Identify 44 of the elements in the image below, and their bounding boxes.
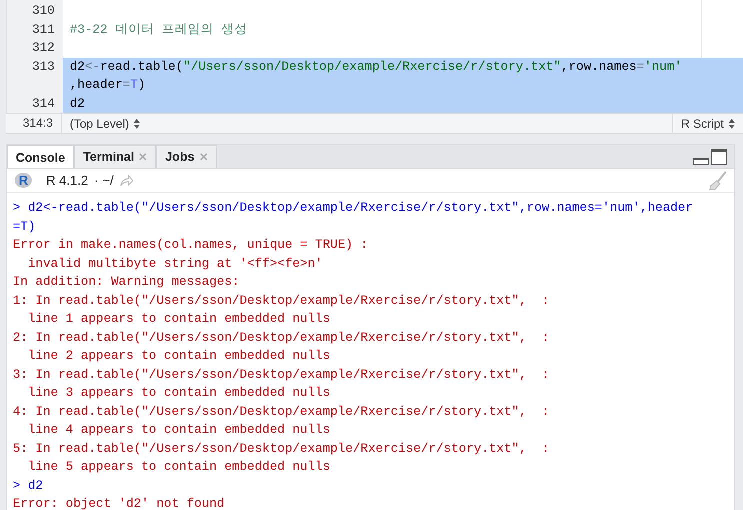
console-error-line: 5: In read.table("/Users/sson/Desktop/example/Rxercise/r/story.txt", : bbox=[12, 440, 551, 458]
cursor-position: 314:3 bbox=[6, 114, 62, 133]
console-error-line: line 4 appears to contain embedded nulls bbox=[27, 422, 332, 439]
up-down-icon bbox=[134, 118, 140, 128]
line-number: 313 bbox=[32, 60, 55, 74]
console-error-line: 3: In read.table("/Users/sson/Desktop/example/Rxercise/r/story.txt", : bbox=[12, 366, 551, 384]
line-number: 310 bbox=[32, 4, 55, 18]
console-error-line: In addition: Warning messages: bbox=[12, 274, 241, 291]
console-error-line: 1: In read.table("/Users/sson/Desktop/example/Rxercise/r/story.txt", : bbox=[12, 292, 551, 310]
console-error-line: 4: In read.table("/Users/sson/Desktop/example/Rxercise/r/story.txt", : bbox=[12, 404, 551, 420]
console-error-line: line 2 appears to contain embedded nulls bbox=[27, 348, 332, 365]
console-input-line: =T) bbox=[12, 218, 37, 236]
console-error-line: Error: object 'd2' not found bbox=[12, 496, 226, 510]
arrow-icon[interactable] bbox=[120, 174, 134, 186]
broom-icon[interactable] bbox=[708, 170, 728, 190]
close-icon[interactable] bbox=[200, 153, 208, 161]
r-version: R 4.1.2 bbox=[46, 173, 88, 188]
r-logo: R bbox=[15, 173, 32, 188]
console-input-line: > d2 bbox=[12, 478, 44, 494]
pane-tab[interactable]: Terminal bbox=[74, 145, 156, 168]
console-error-line: Error in make.names(col.names, unique = TRUE) : bbox=[12, 237, 370, 254]
console-error-line: invalid multibyte string at '<ff><fe>n' bbox=[27, 256, 324, 272]
code-line: d2<-read.table("/Users/sson/Desktop/example/Rxercise/r/story.txt",row.names='num' bbox=[69, 58, 682, 76]
pane-tab[interactable]: Jobs bbox=[156, 145, 217, 168]
close-icon[interactable] bbox=[139, 153, 148, 161]
minimize-icon[interactable] bbox=[693, 157, 709, 165]
working-directory[interactable]: ~/ bbox=[102, 173, 114, 188]
console-error-line: line 5 appears to contain embedded nulls bbox=[27, 459, 332, 476]
maximize-icon[interactable] bbox=[711, 149, 727, 165]
separator-dot: · bbox=[94, 173, 99, 188]
pane-tab[interactable]: Console bbox=[7, 145, 74, 169]
line-number: 314 bbox=[32, 96, 55, 110]
scope-dropdown[interactable]: (Top Level) bbox=[62, 114, 148, 133]
line-number: 311 bbox=[32, 22, 55, 36]
file-type-dropdown[interactable]: R Script bbox=[672, 114, 743, 133]
up-down-icon bbox=[729, 118, 735, 128]
code-line: ,header=T) bbox=[69, 77, 146, 94]
console-error-line: line 1 appears to contain embedded nulls bbox=[27, 311, 332, 328]
code-line: #3-22 데이터 프레임의 생성 bbox=[69, 22, 248, 38]
console-error-line: line 3 appears to contain embedded nulls bbox=[27, 385, 332, 402]
line-number: 312 bbox=[32, 41, 55, 55]
code-line: d2 bbox=[69, 96, 86, 112]
console-error-line: 2: In read.table("/Users/sson/Desktop/example/Rxercise/r/story.txt", : bbox=[12, 330, 551, 346]
console-input-line: > d2<-read.table("/Users/sson/Desktop/example/Rxercise/r/story.txt",row.names='num',header bbox=[12, 200, 694, 217]
